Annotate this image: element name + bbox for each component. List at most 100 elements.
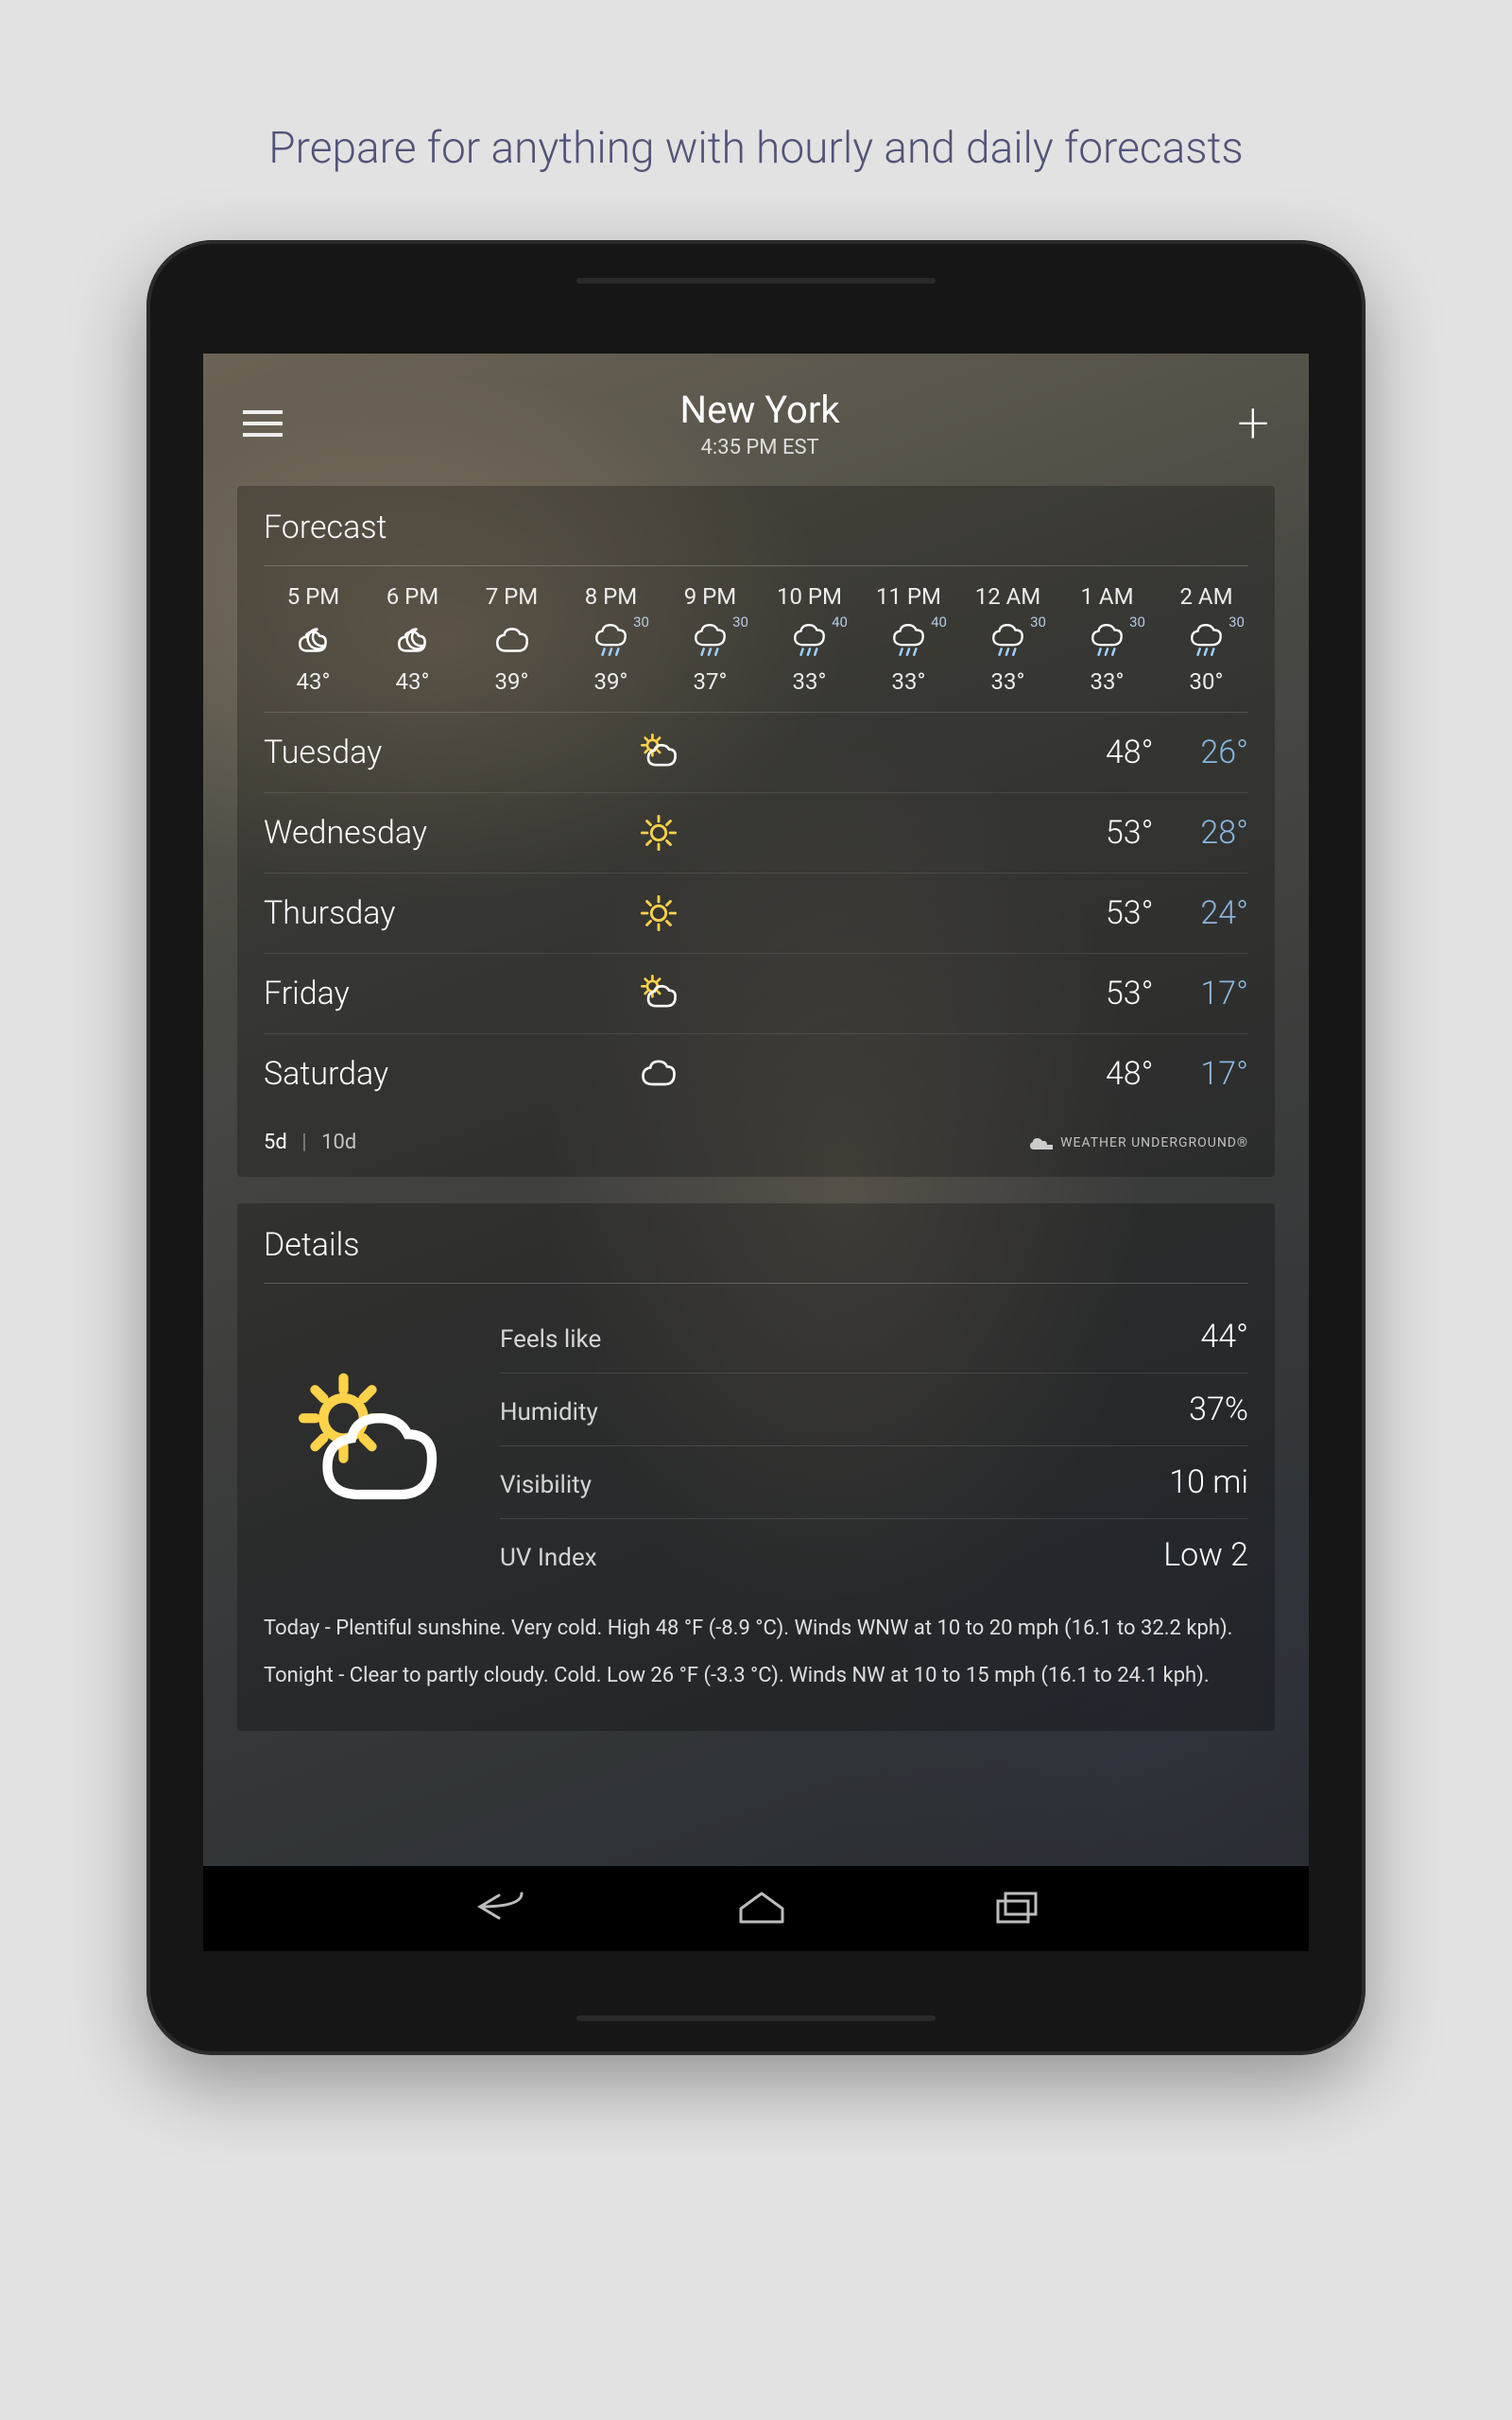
precip-chance: 30 — [732, 614, 748, 631]
hour-time: 8 PM — [561, 583, 661, 610]
cloudy-icon — [638, 1053, 756, 1095]
recent-apps-button[interactable] — [994, 1890, 1040, 1927]
hour-temp: 33° — [859, 668, 958, 695]
day-name: Thursday — [264, 894, 638, 932]
day-name: Saturday — [264, 1055, 638, 1093]
hourly-item[interactable]: 11 PM 40 33° — [859, 583, 958, 695]
hourly-item[interactable]: 9 PM 30 37° — [661, 583, 760, 695]
detail-row: Humidity 37% — [500, 1374, 1248, 1446]
hourly-item[interactable]: 12 AM 30 33° — [958, 583, 1057, 695]
location-name: New York — [283, 388, 1237, 432]
hour-time: 7 PM — [462, 583, 561, 610]
detail-value: 44° — [1200, 1318, 1248, 1356]
daily-row[interactable]: Thursday 53° 24° — [264, 873, 1248, 954]
forecast-range-toggle[interactable]: 5d | 10d — [264, 1131, 356, 1154]
hour-time: 2 AM — [1157, 583, 1248, 610]
hour-temp: 39° — [561, 668, 661, 695]
detail-row: Visibility 10 mi — [500, 1446, 1248, 1519]
daily-forecast-list: Tuesday 48° 26° Wednesday 53° 28° Thursd… — [264, 713, 1248, 1114]
hour-time: 6 PM — [363, 583, 462, 610]
hour-temp: 43° — [264, 668, 363, 695]
forecast-title: Forecast — [264, 509, 1248, 566]
hour-temp: 33° — [760, 668, 859, 695]
hour-temp: 39° — [462, 668, 561, 695]
details-title: Details — [264, 1226, 1248, 1284]
range-10d[interactable]: 10d — [321, 1131, 356, 1154]
daily-row[interactable]: Tuesday 48° 26° — [264, 713, 1248, 793]
detail-value: Low 2 — [1163, 1536, 1248, 1574]
hourly-item[interactable]: 8 PM 30 39° — [561, 583, 661, 695]
range-5d[interactable]: 5d — [264, 1131, 287, 1154]
precip-chance: 30 — [633, 614, 649, 631]
hourly-item[interactable]: 1 AM 30 33° — [1057, 583, 1157, 695]
location-time: 4:35 PM EST — [283, 436, 1237, 459]
precip-chance: 30 — [1228, 614, 1245, 631]
hour-time: 9 PM — [661, 583, 760, 610]
daily-row[interactable]: Saturday 48° 17° — [264, 1034, 1248, 1114]
hourly-item[interactable]: 7 PM 39° — [462, 583, 561, 695]
rain-icon: 30 — [1157, 617, 1248, 665]
sunny-icon — [638, 812, 756, 854]
hour-temp: 30° — [1157, 668, 1248, 695]
partly-cloudy-day-icon — [638, 973, 756, 1014]
day-low: 17° — [1200, 975, 1248, 1012]
detail-label: Humidity — [500, 1398, 598, 1426]
detail-value: 37% — [1189, 1391, 1248, 1428]
detail-value: 10 mi — [1169, 1463, 1248, 1501]
rain-icon: 40 — [859, 617, 958, 665]
hourly-item[interactable]: 10 PM 40 33° — [760, 583, 859, 695]
precip-chance: 30 — [1030, 614, 1046, 631]
home-button[interactable] — [737, 1890, 786, 1927]
detail-row: Feels like 44° — [500, 1301, 1248, 1374]
location-header[interactable]: New York 4:35 PM EST — [283, 388, 1237, 459]
partly-cloudy-day-icon — [638, 732, 756, 773]
partly-cloudy-night-icon — [363, 617, 462, 665]
sunny-icon — [638, 892, 756, 934]
day-low: 28° — [1200, 814, 1248, 852]
detail-label: Feels like — [500, 1325, 601, 1354]
detail-row: UV Index Low 2 — [500, 1519, 1248, 1591]
hourly-item[interactable]: 2 AM 30 30° — [1157, 583, 1248, 695]
detail-label: Visibility — [500, 1471, 592, 1499]
precip-chance: 30 — [1129, 614, 1145, 631]
day-name: Tuesday — [264, 734, 638, 771]
day-high: 48° — [1106, 734, 1154, 771]
partly-cloudy-night-icon — [264, 617, 363, 665]
day-name: Wednesday — [264, 814, 638, 852]
forecast-footer: 5d | 10d WEATHER UNDERGROUND® — [264, 1114, 1248, 1154]
day-high: 48° — [1106, 1055, 1154, 1093]
android-nav-bar — [203, 1866, 1309, 1951]
forecast-card: Forecast 5 PM 43° 6 PM 43° 7 PM 39° 8 PM — [237, 486, 1275, 1177]
day-low: 26° — [1200, 734, 1248, 771]
rain-icon: 30 — [661, 617, 760, 665]
forecast-narrative: Today - Plentiful sunshine. Very cold. H… — [264, 1614, 1248, 1691]
precip-chance: 40 — [931, 614, 947, 631]
cloudy-icon — [462, 617, 561, 665]
day-high: 53° — [1106, 975, 1154, 1012]
add-location-button[interactable]: + — [1237, 409, 1269, 438]
detail-label: UV Index — [500, 1544, 597, 1572]
hourly-item[interactable]: 5 PM 43° — [264, 583, 363, 695]
day-low: 17° — [1200, 1055, 1248, 1093]
hour-time: 5 PM — [264, 583, 363, 610]
details-card: Details Feels like 44°Humidity 37%Visibi… — [237, 1203, 1275, 1731]
hourly-forecast-strip[interactable]: 5 PM 43° 6 PM 43° 7 PM 39° 8 PM — [264, 583, 1248, 713]
hour-temp: 33° — [958, 668, 1057, 695]
daily-row[interactable]: Friday 53° 17° — [264, 954, 1248, 1034]
rain-icon: 30 — [1057, 617, 1157, 665]
rain-icon: 30 — [561, 617, 661, 665]
rain-icon: 30 — [958, 617, 1057, 665]
day-high: 53° — [1106, 894, 1154, 932]
daily-row[interactable]: Wednesday 53° 28° — [264, 793, 1248, 873]
back-button[interactable] — [472, 1890, 529, 1927]
current-condition-icon — [264, 1301, 472, 1591]
menu-button[interactable] — [243, 410, 283, 437]
hour-temp: 43° — [363, 668, 462, 695]
hour-time: 11 PM — [859, 583, 958, 610]
day-name: Friday — [264, 975, 638, 1012]
day-low: 24° — [1200, 894, 1248, 932]
app-screen: New York 4:35 PM EST + Forecast 5 PM 43°… — [203, 354, 1309, 1951]
hour-time: 12 AM — [958, 583, 1057, 610]
hourly-item[interactable]: 6 PM 43° — [363, 583, 462, 695]
app-header: New York 4:35 PM EST + — [237, 388, 1275, 486]
